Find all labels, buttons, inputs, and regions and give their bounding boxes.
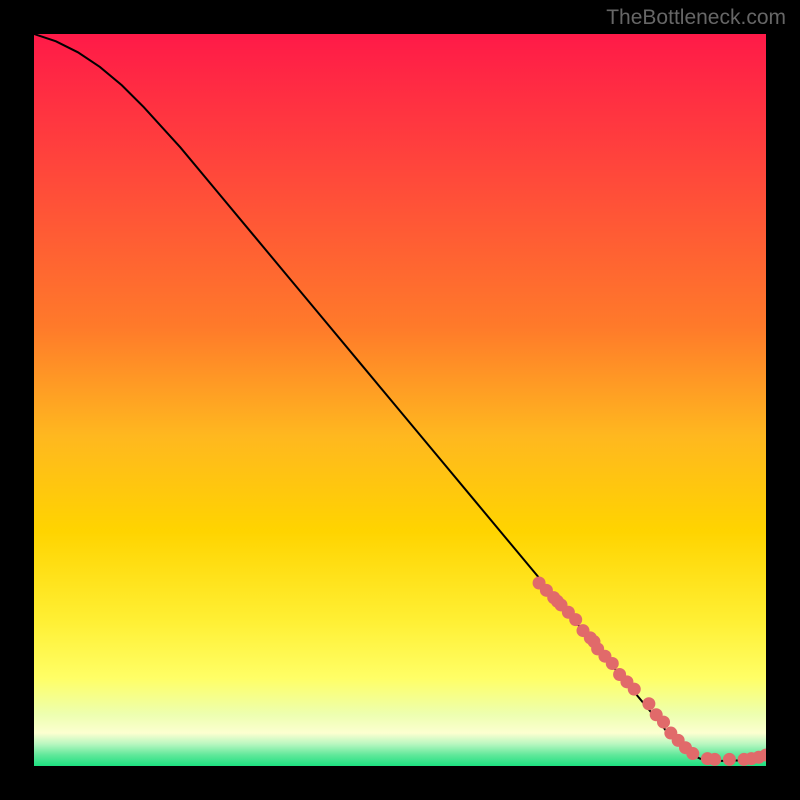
data-point [606, 657, 619, 670]
data-point [708, 753, 721, 766]
watermark-text: TheBottleneck.com [606, 6, 786, 30]
chart-svg [34, 34, 766, 766]
plot-area [34, 34, 766, 766]
data-point [642, 697, 655, 710]
data-point [569, 613, 582, 626]
chart-container: TheBottleneck.com [0, 0, 800, 800]
data-point [723, 753, 736, 766]
data-point [686, 747, 699, 760]
data-point [628, 683, 641, 696]
data-point [657, 716, 670, 729]
gradient-background [34, 34, 766, 766]
